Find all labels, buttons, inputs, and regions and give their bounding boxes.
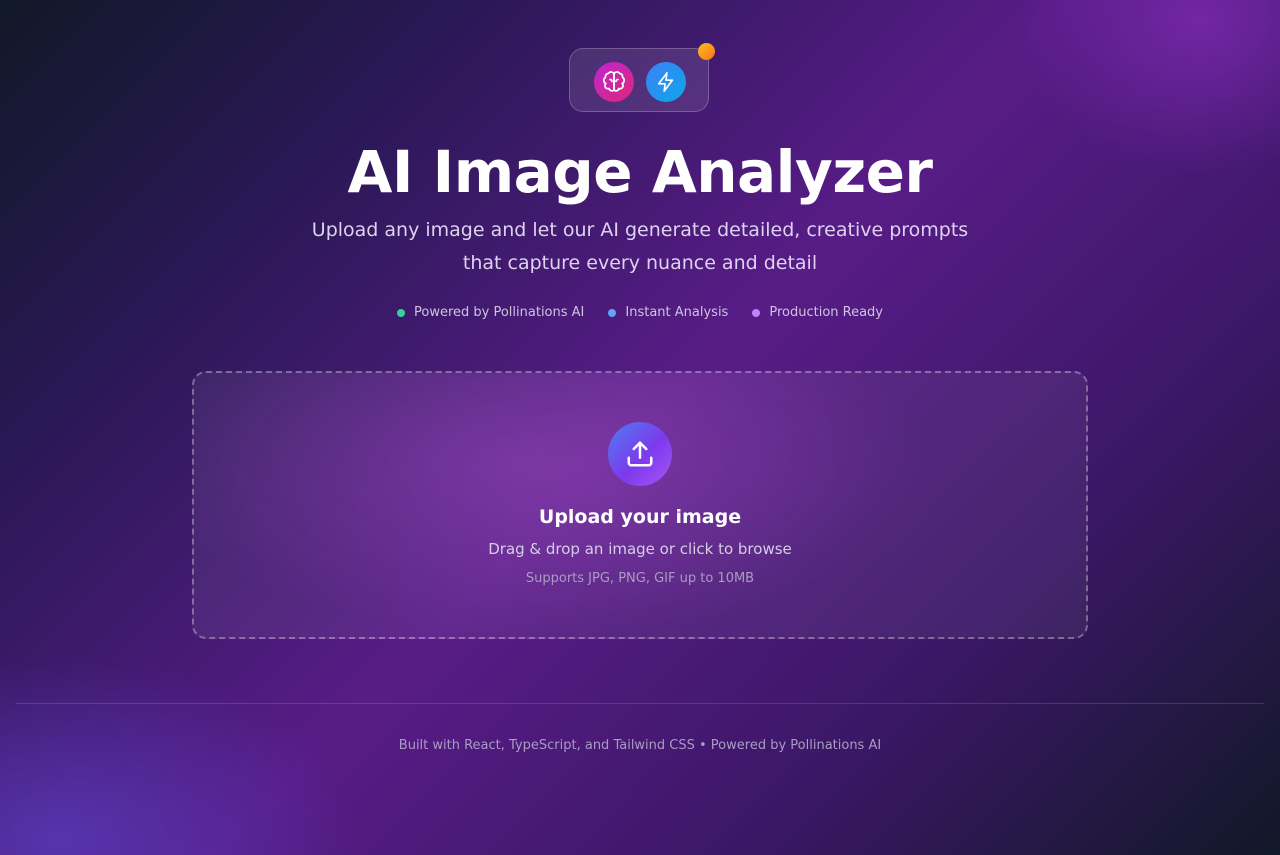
feature-list: Powered by Pollinations AI Instant Analy… (0, 303, 1280, 323)
feature-label: Production Ready (769, 305, 883, 320)
page-title: AI Image Analyzer (347, 138, 933, 206)
notification-dot (698, 43, 715, 60)
lightning-bolt-icon (646, 62, 686, 102)
feature-label: Powered by Pollinations AI (414, 305, 585, 320)
supported-formats-note: Supports JPG, PNG, GIF up to 10MB (525, 571, 755, 586)
status-dot (397, 309, 405, 317)
status-dot (752, 309, 761, 317)
feature-label: Instant Analysis (625, 305, 729, 320)
upload-icon[interactable] (608, 422, 672, 486)
upload-title: Upload your image (538, 506, 742, 528)
feature-item: Instant Analysis (608, 303, 728, 323)
upload-dropzone[interactable]: Upload your image Drag & drop an image o… (192, 371, 1088, 639)
logo-badge (569, 48, 709, 112)
status-dot (608, 309, 617, 317)
page-subtitle: Upload any image and let our AI generate… (311, 219, 969, 274)
feature-item: Powered by Pollinations AI (397, 303, 584, 323)
footer-text: Built with React, TypeScript, and Tailwi… (398, 738, 882, 753)
brain-icon (594, 62, 634, 102)
footer-divider (16, 703, 1264, 704)
feature-item: Production Ready (752, 303, 883, 323)
upload-instructions: Drag & drop an image or click to browse (488, 540, 792, 558)
